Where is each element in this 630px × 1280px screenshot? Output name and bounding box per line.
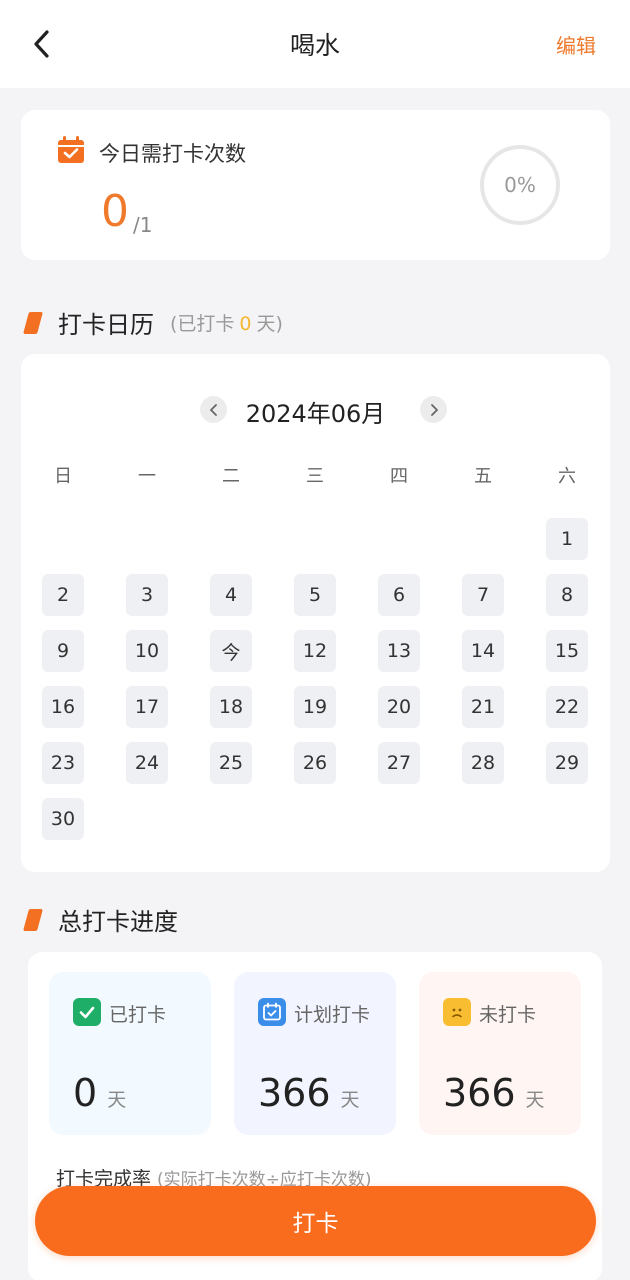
calendar-day[interactable]: 1 bbox=[546, 518, 588, 560]
weekday-label: 二 bbox=[222, 466, 240, 487]
edit-button[interactable]: 编辑 bbox=[556, 30, 596, 59]
calendar-day[interactable]: 18 bbox=[210, 686, 252, 728]
calendar-day[interactable]: 9 bbox=[42, 630, 84, 672]
calendar-day[interactable]: 21 bbox=[462, 686, 504, 728]
calendar-day[interactable]: 30 bbox=[42, 798, 84, 840]
calendar-day[interactable]: 26 bbox=[294, 742, 336, 784]
calendar-day-today[interactable]: 今 bbox=[210, 630, 252, 672]
calendar-day[interactable]: 16 bbox=[42, 686, 84, 728]
progress-percent: 0% bbox=[504, 173, 536, 197]
calendar-day[interactable]: 29 bbox=[546, 742, 588, 784]
calendar-day[interactable]: 13 bbox=[378, 630, 420, 672]
weekday-label: 五 bbox=[474, 466, 492, 487]
calendar-day[interactable]: 20 bbox=[378, 686, 420, 728]
top-bar: 喝水 编辑 bbox=[0, 0, 630, 88]
calendar-day[interactable]: 7 bbox=[462, 574, 504, 616]
calendar-day[interactable]: 14 bbox=[462, 630, 504, 672]
month-navigator: 2024年06月 bbox=[21, 394, 610, 428]
calendar-icon bbox=[258, 998, 286, 1026]
today-checkin-card: 今日需打卡次数 0 /1 0% bbox=[21, 110, 610, 260]
calendar-day[interactable]: 10 bbox=[126, 630, 168, 672]
calendar-day[interactable]: 8 bbox=[546, 574, 588, 616]
calendar-card: 2024年06月 日一二三四五六 1 2 3 4 5 6 7 8 9 10 今 12 13 14 15 16 1… bbox=[21, 354, 610, 872]
weekday-label: 一 bbox=[138, 466, 156, 487]
checkin-button[interactable]: 打卡 bbox=[35, 1186, 596, 1256]
calendar-day[interactable]: 17 bbox=[126, 686, 168, 728]
calendar-day[interactable]: 28 bbox=[462, 742, 504, 784]
accent-bar bbox=[23, 311, 43, 334]
calendar-day[interactable]: 2 bbox=[42, 574, 84, 616]
calendar-day[interactable]: 3 bbox=[126, 574, 168, 616]
accent-bar bbox=[23, 908, 43, 931]
calendar-day[interactable]: 6 bbox=[378, 574, 420, 616]
weekday-label: 三 bbox=[306, 466, 324, 487]
chevron-right-icon bbox=[430, 403, 438, 416]
calendar-day[interactable]: 22 bbox=[546, 686, 588, 728]
today-count: 0 bbox=[101, 186, 129, 237]
progress-section-header: 总打卡进度 bbox=[23, 902, 178, 937]
month-label: 2024年06月 bbox=[245, 400, 386, 428]
check-icon bbox=[73, 998, 101, 1026]
today-total: /1 bbox=[133, 213, 153, 237]
today-label: 今日需打卡次数 bbox=[99, 142, 246, 166]
calendar-section-title: 打卡日历 bbox=[58, 311, 154, 339]
calendar-day[interactable]: 27 bbox=[378, 742, 420, 784]
calendar-day[interactable]: 23 bbox=[42, 742, 84, 784]
weekday-label: 四 bbox=[390, 466, 408, 487]
calendar-day[interactable]: 24 bbox=[126, 742, 168, 784]
next-month-button[interactable] bbox=[420, 396, 447, 423]
progress-section-title: 总打卡进度 bbox=[58, 908, 178, 936]
calendar-day[interactable]: 25 bbox=[210, 742, 252, 784]
calendar-section-header: 打卡日历 (已打卡 0 天) bbox=[23, 305, 283, 340]
weekday-label: 日 bbox=[54, 466, 72, 487]
calendar-day[interactable]: 15 bbox=[546, 630, 588, 672]
stat-missed: 未打卡 366 天 bbox=[419, 972, 581, 1135]
checked-days-count: 0 bbox=[239, 313, 252, 335]
sad-face-icon bbox=[443, 998, 471, 1026]
calendar-day[interactable]: 12 bbox=[294, 630, 336, 672]
weekday-label: 六 bbox=[558, 466, 576, 487]
stat-checked: 已打卡 0天 bbox=[49, 972, 211, 1135]
calendar-check-icon bbox=[58, 136, 84, 163]
calendar-day[interactable]: 19 bbox=[294, 686, 336, 728]
checked-days-summary: (已打卡 0 天) bbox=[170, 313, 283, 335]
stat-planned: 计划打卡 366 天 bbox=[234, 972, 396, 1135]
calendar-day[interactable]: 4 bbox=[210, 574, 252, 616]
calendar-day[interactable]: 5 bbox=[294, 574, 336, 616]
page-title: 喝水 bbox=[289, 31, 340, 60]
